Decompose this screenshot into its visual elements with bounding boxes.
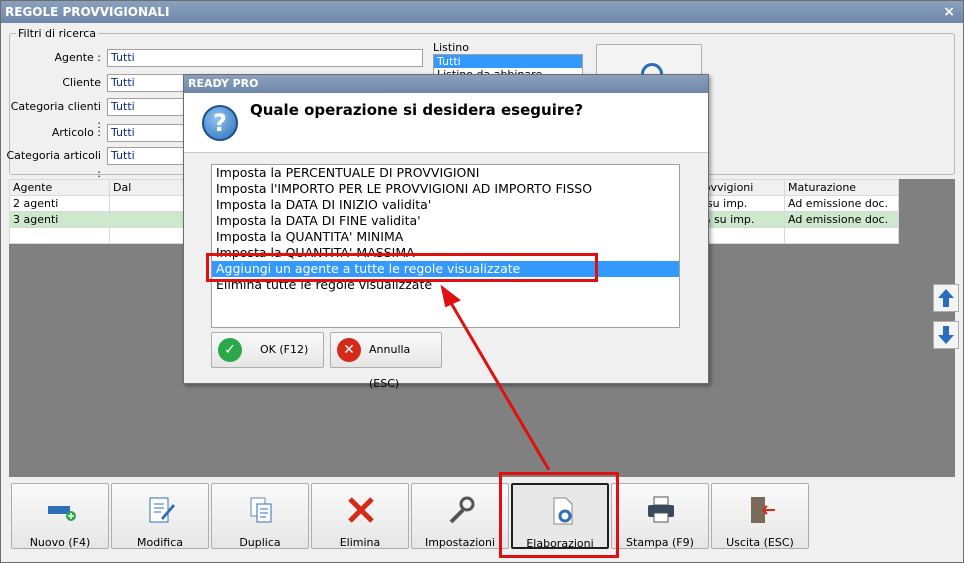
annotation-arrow [440, 284, 551, 471]
